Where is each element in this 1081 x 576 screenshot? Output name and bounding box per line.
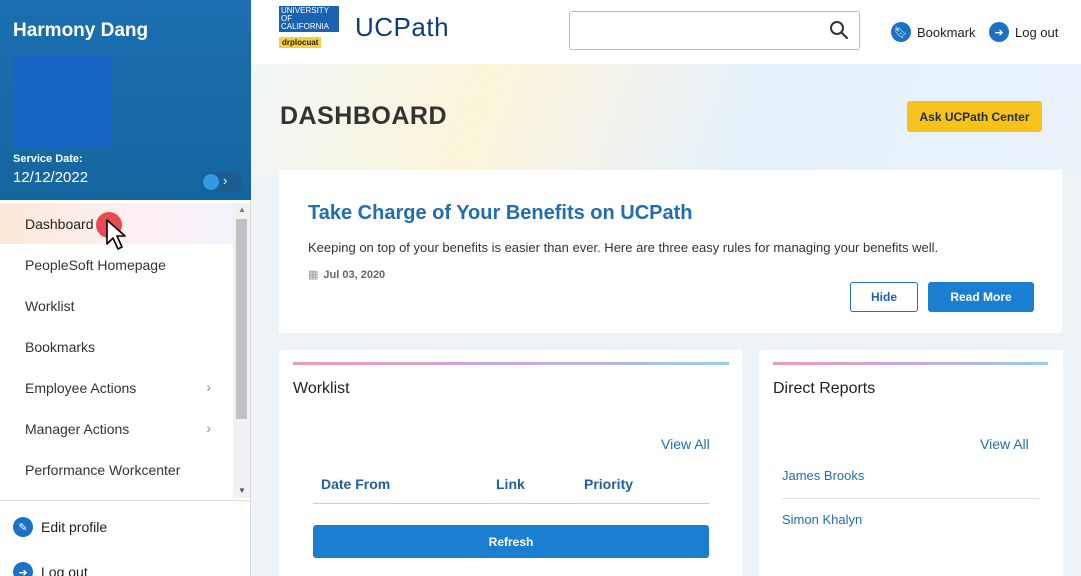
chevron-right-icon: ›: [223, 173, 228, 188]
read-more-button[interactable]: Read More: [928, 282, 1034, 312]
header-logout-button[interactable]: ➜ Log out: [989, 22, 1058, 42]
benefits-date-text: Jul 03, 2020: [323, 268, 386, 281]
panel-accent-line: [293, 362, 729, 365]
sidebar-item-performance-workcenter[interactable]: Performance Workcenter: [0, 449, 233, 490]
direct-reports-view-all-link[interactable]: View All: [980, 436, 1029, 452]
service-date-value: 12/12/2022: [13, 169, 89, 186]
sidebar-item-label: Performance Workcenter: [25, 461, 181, 478]
sidebar-item-label: Bookmarks: [25, 338, 96, 355]
sidebar-scrollbar[interactable]: ▲ ▼: [233, 203, 250, 498]
logout-label: Log out: [41, 564, 88, 576]
chevron-right-icon: ›: [206, 420, 211, 436]
sidebar-item-worklist[interactable]: Worklist: [0, 285, 233, 326]
ask-ucpath-center-button[interactable]: Ask UCPath Center: [907, 101, 1042, 132]
logout-label: Log out: [1015, 24, 1059, 40]
table-divider: [313, 503, 709, 504]
dashboard-hero: DASHBOARD Ask UCPath Center: [251, 64, 1081, 176]
user-name: Harmony Dang: [13, 20, 149, 41]
sidebar-item-label: Dashboard: [25, 215, 94, 232]
edit-profile-link[interactable]: ✎ Edit profile: [13, 517, 107, 537]
benefits-card: Take Charge of Your Benefits on UCPath K…: [279, 170, 1062, 333]
scroll-down-icon[interactable]: ▼: [238, 486, 246, 495]
bookmark-button[interactable]: 🔖︎ Bookmark: [891, 22, 976, 42]
page-title: DASHBOARD: [280, 102, 447, 130]
column-header-priority[interactable]: Priority: [584, 476, 633, 492]
direct-reports-panel: Direct Reports View All James Brooks Sim…: [759, 350, 1063, 576]
sidebar-item-manager-actions[interactable]: Manager Actions ›: [0, 408, 233, 449]
sidebar-item-label: PeopleSoft Homepage: [25, 256, 166, 273]
direct-reports-title: Direct Reports: [773, 380, 876, 397]
logout-icon: ➜: [13, 562, 33, 576]
sidebar-item-label: Employee Actions: [25, 379, 137, 396]
sidebar-item-employee-actions[interactable]: Employee Actions ›: [0, 367, 233, 408]
search-icon[interactable]: [829, 20, 849, 45]
sidebar-item-label: Manager Actions: [25, 420, 130, 437]
benefits-title[interactable]: Take Charge of Your Benefits on UCPath: [308, 202, 693, 225]
uc-logo-mark: UNIVERSITY OF CALIFORNIA: [279, 6, 339, 32]
sidebar-logout-link[interactable]: ➜ Log out: [13, 562, 88, 576]
edit-profile-label: Edit profile: [41, 519, 108, 535]
panel-accent-line: [773, 362, 1048, 365]
benefits-date: ▦ Jul 03, 2020: [308, 268, 386, 282]
pencil-icon: ✎: [13, 517, 33, 537]
sidebar-collapse-toggle[interactable]: ›: [201, 172, 243, 192]
mouse-cursor-icon: [106, 219, 126, 250]
search-input[interactable]: [569, 11, 860, 50]
toggle-knob: [203, 174, 219, 190]
hide-button[interactable]: Hide: [850, 282, 918, 312]
logo-line: CALIFORNIA: [281, 22, 330, 31]
bookmark-icon: 🔖︎: [891, 22, 911, 42]
worklist-view-all-link[interactable]: View All: [661, 436, 710, 452]
column-header-link[interactable]: Link: [496, 476, 525, 492]
bookmark-label: Bookmark: [917, 24, 976, 40]
worklist-panel: Worklist View All Date From Link Priorit…: [279, 350, 742, 576]
sidebar-item-bookmarks[interactable]: Bookmarks: [0, 326, 233, 367]
scroll-up-icon[interactable]: ▲: [238, 205, 246, 214]
list-divider: [782, 498, 1039, 499]
environment-tag: drplocuat: [279, 37, 322, 48]
uc-logo[interactable]: UNIVERSITY OF CALIFORNIA drplocuat: [279, 6, 347, 50]
avatar: [13, 56, 111, 147]
logout-icon: ➜: [989, 22, 1009, 42]
service-date-label: Service Date:: [13, 153, 83, 165]
benefits-description: Keeping on top of your benefits is easie…: [308, 240, 939, 255]
brand-name: UCPath: [355, 12, 450, 42]
sidebar-item-label: Worklist: [25, 297, 75, 314]
top-header: UNIVERSITY OF CALIFORNIA drplocuat UCPat…: [251, 0, 1081, 64]
direct-report-link[interactable]: James Brooks: [782, 468, 864, 483]
calendar-icon: ▦: [308, 269, 319, 281]
refresh-button[interactable]: Refresh: [313, 525, 709, 558]
profile-panel: Harmony Dang Service Date: 12/12/2022 ›: [0, 0, 251, 200]
direct-report-link[interactable]: Simon Khalyn: [782, 512, 862, 527]
sidebar: Harmony Dang Service Date: 12/12/2022 › …: [0, 0, 251, 576]
scrollbar-thumb[interactable]: [236, 219, 247, 419]
worklist-title: Worklist: [293, 380, 350, 397]
sidebar-footer: ✎ Edit profile ➜ Log out: [0, 500, 250, 576]
chevron-right-icon: ›: [206, 379, 211, 395]
column-header-date-from[interactable]: Date From: [321, 476, 390, 492]
